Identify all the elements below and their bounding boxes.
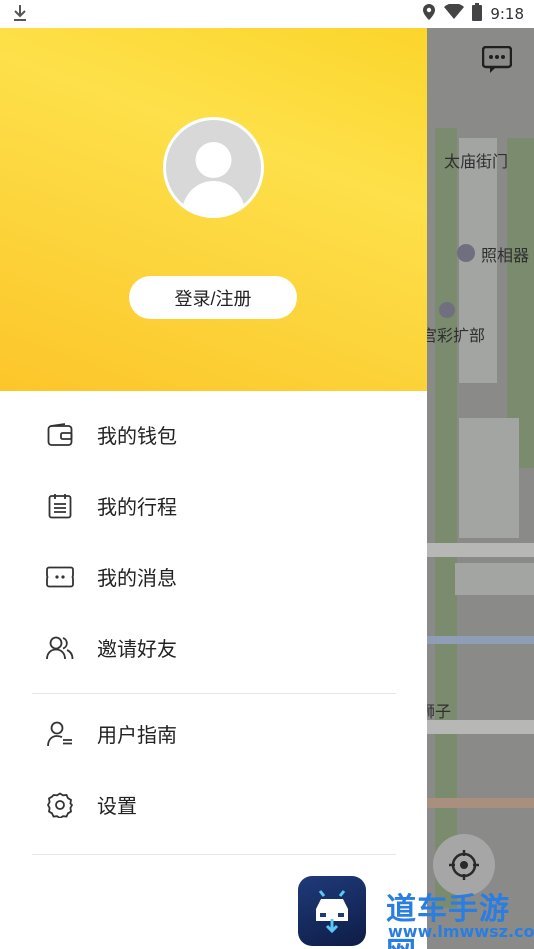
menu-item-user-guide[interactable]: 用户指南 [0,698,427,769]
avatar[interactable] [163,117,264,218]
battery-icon [472,3,483,25]
navigation-drawer: 登录/注册 我的钱包 我的行程 我的消息 邀请好友 用户指南 设置 [0,28,427,949]
menu-item-label: 用户指南 [97,723,177,747]
status-bar: 9:18 [0,0,534,28]
map-label: 宫彩扩部 [427,326,486,345]
drawer-menu: 我的钱包 我的行程 我的消息 邀请好友 用户指南 设置 [0,399,427,855]
menu-item-label: 邀请好友 [97,637,177,661]
menu-item-label: 我的钱包 [97,424,177,448]
message-icon [46,563,74,591]
menu-item-label: 我的行程 [97,495,177,519]
watermark-logo [298,876,366,946]
drawer-header: 登录/注册 [0,28,427,391]
photo-poi-icon [439,302,455,318]
map-label: 狮子 [427,702,452,721]
camera-poi-icon [457,244,475,262]
user-guide-icon [46,720,74,748]
wifi-icon [444,3,465,24]
chat-icon[interactable] [481,45,513,78]
car-logo-icon [316,890,348,933]
gear-icon [46,791,74,819]
map-label: 照相器 [481,246,530,265]
menu-divider [32,693,396,694]
menu-item-wallet[interactable]: 我的钱包 [0,399,427,470]
wallet-icon [46,421,74,449]
login-register-button[interactable]: 登录/注册 [129,276,297,319]
map-view[interactable]: 太庙街门 照相器 宫彩扩部 狮子 [427,28,534,949]
menu-item-messages[interactable]: 我的消息 [0,541,427,612]
map-label: 太庙街门 [444,152,509,171]
watermark-url: www.lmwwsz.com [388,922,534,941]
status-time: 9:18 [490,5,524,23]
menu-divider [32,854,396,855]
menu-item-settings[interactable]: 设置 [0,769,427,840]
menu-item-label: 我的消息 [97,566,177,590]
crosshair-icon [449,850,479,880]
location-icon [422,3,436,25]
menu-item-label: 设置 [97,794,137,818]
menu-item-invite-friends[interactable]: 邀请好友 [0,612,427,683]
invite-friends-icon [46,634,74,662]
itinerary-icon [46,492,74,520]
menu-item-itinerary[interactable]: 我的行程 [0,470,427,541]
default-avatar-icon [181,142,246,215]
download-icon [12,4,28,26]
